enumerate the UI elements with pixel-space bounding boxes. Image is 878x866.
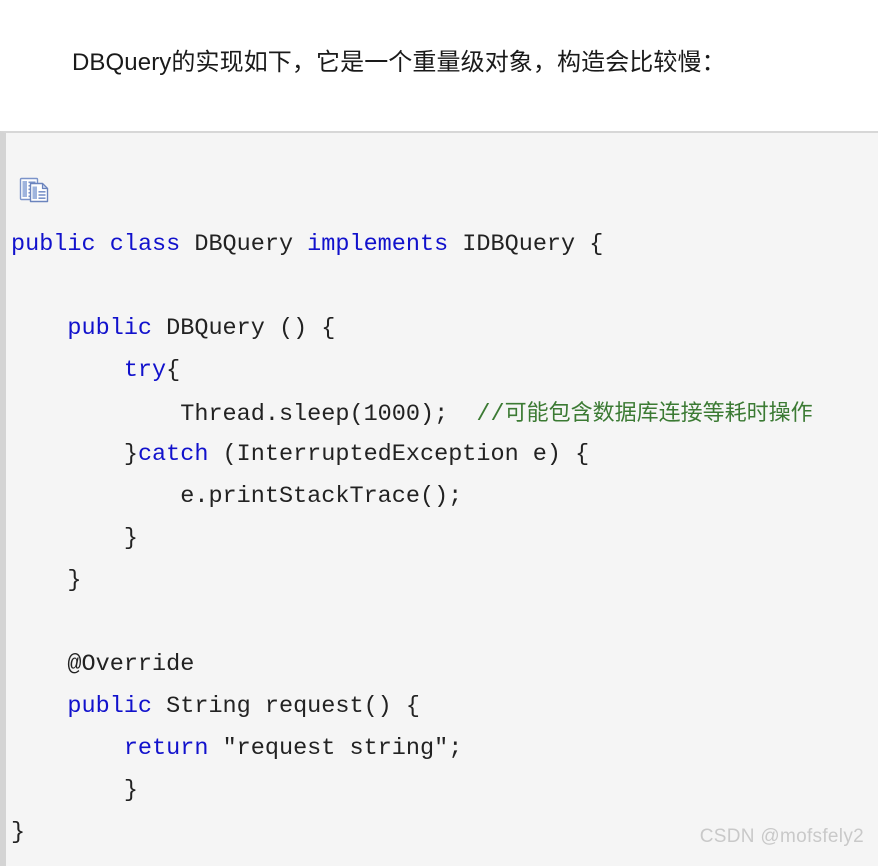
code-token-kw: implements [307,231,449,258]
code-line: public String request() { [11,686,813,728]
code-line: @Override [11,644,813,686]
code-token-plain: } [123,441,138,468]
code-line: } [11,770,813,812]
code-line: public class DBQuery implements IDBQuery… [11,224,813,266]
code-line: } [11,518,813,560]
code-token-plain: } [123,777,138,804]
code-content[interactable]: public class DBQuery implements IDBQuery… [11,224,813,854]
code-token-kw: class [109,231,181,258]
code-line: e.printStackTrace(); [11,476,813,518]
code-token-plain: IDBQuery { [448,231,604,258]
code-token-kw: try [123,357,167,384]
code-line: public DBQuery () { [11,308,813,350]
code-token-plain: e.printStackTrace(); [180,483,463,510]
code-token-plain: ; [448,735,463,762]
code-line: return "request string"; [11,728,813,770]
code-token-plain: } [67,567,82,594]
article-intro-section: DBQuery的实现如下，它是一个重量级对象，构造会比较慢： [0,0,878,130]
code-token-plain: } [123,525,138,552]
copy-document-icon [19,177,49,203]
code-token-plain: { [166,357,181,384]
code-token-str: "request string" [222,735,449,762]
code-line: } [11,812,813,854]
copy-code-button[interactable] [18,175,52,207]
code-token-plain: } [11,819,26,846]
watermark-label: CSDN @mofsfely2 [699,826,864,847]
intro-paragraph: DBQuery的实现如下，它是一个重量级对象，构造会比较慢： [72,49,726,76]
code-block: public class DBQuery implements IDBQuery… [0,131,878,866]
code-token-kw: public [67,693,153,720]
code-token-plain: Thread.sleep(1000); [180,401,477,428]
code-line: try{ [11,350,813,392]
code-line: } [11,560,813,602]
code-token-cmt: 可能包含数据库连接等耗时操作 [504,400,813,425]
code-token-cmt-slash: // [476,401,505,428]
code-line: }catch (InterruptedException e) { [11,434,813,476]
code-token-plain: String request() { [152,693,420,720]
code-line: Thread.sleep(1000); //可能包含数据库连接等耗时操作 [11,392,813,434]
code-token-plain: DBQuery () { [152,315,336,342]
code-token-plain: DBQuery [180,231,308,258]
code-token-plain: (InterruptedException e) { [208,441,590,468]
code-token-plain: @Override [67,651,195,678]
code-token-kw: public [67,315,153,342]
code-token-kw: return [123,735,209,762]
code-token-kw: catch [137,441,209,468]
code-token-kw: public [11,231,96,258]
